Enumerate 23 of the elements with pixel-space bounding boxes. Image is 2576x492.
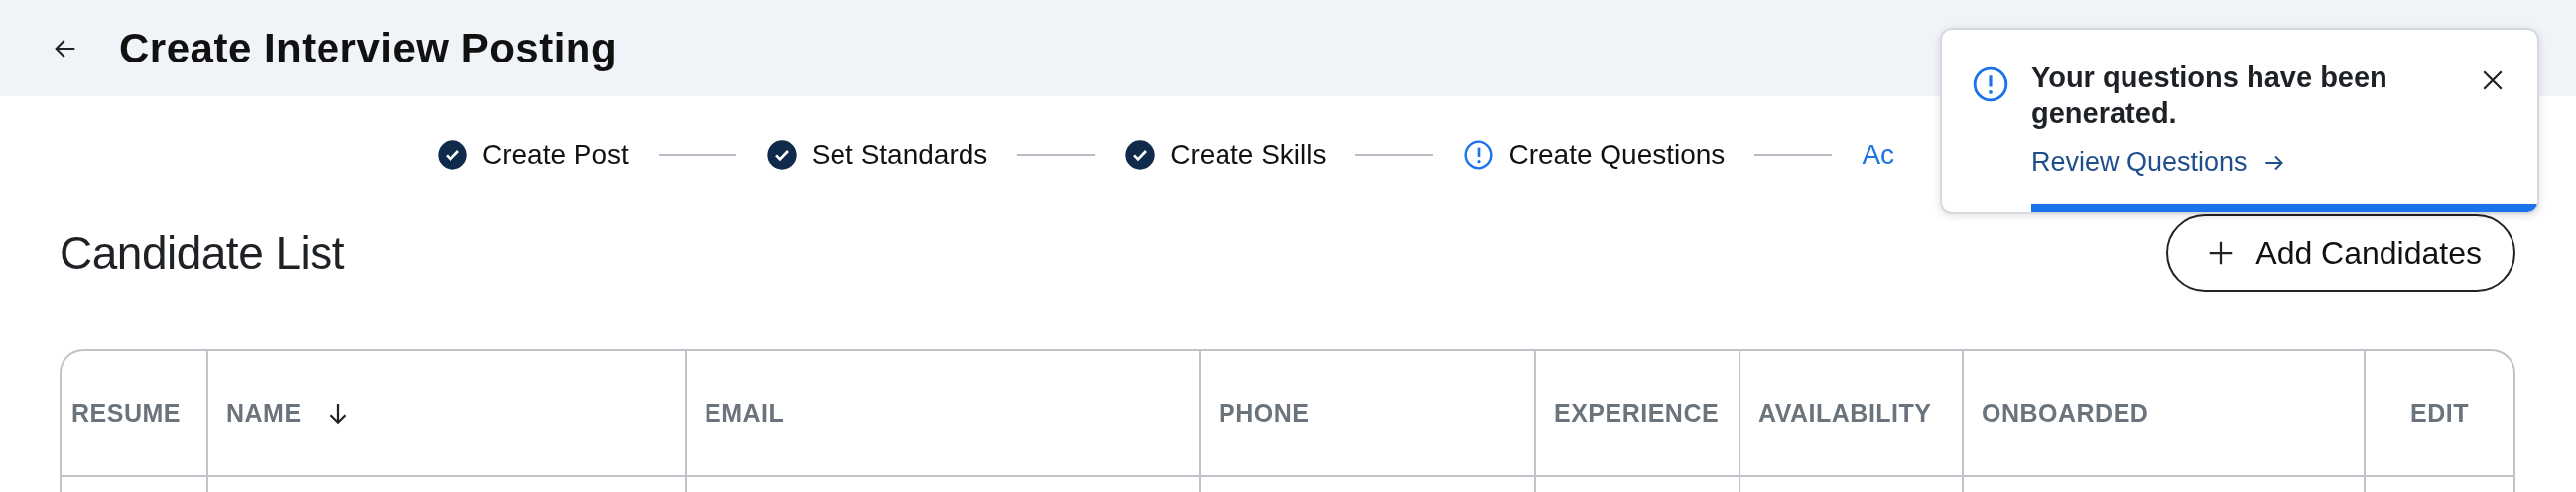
check-circle-icon bbox=[437, 139, 468, 171]
section-title: Candidate List bbox=[60, 226, 345, 280]
step-label[interactable]: Create Post bbox=[482, 139, 629, 171]
toast-message: Your questions have been generated. bbox=[2031, 61, 2388, 131]
check-circle-icon bbox=[765, 139, 798, 171]
column-header[interactable]: EDIT bbox=[2410, 399, 2469, 428]
info-icon bbox=[1463, 139, 1495, 171]
column-header[interactable]: EXPERIENCE bbox=[1554, 399, 1720, 428]
review-questions-link[interactable]: Review Questions bbox=[2031, 147, 2456, 178]
column-header[interactable]: NAME bbox=[226, 399, 302, 428]
add-candidates-button[interactable]: Add Candidates bbox=[2166, 214, 2515, 292]
page-title: Create Interview Posting bbox=[119, 24, 618, 72]
step-label[interactable]: Create Skills bbox=[1170, 139, 1327, 171]
column-header[interactable]: PHONE bbox=[1219, 399, 1310, 428]
info-icon bbox=[1972, 65, 2009, 103]
column-header[interactable]: EMAIL bbox=[705, 399, 785, 428]
column-header[interactable]: ONBOARDED bbox=[1982, 399, 2149, 428]
check-circle-icon bbox=[1124, 139, 1157, 171]
step-label[interactable]: Ac bbox=[1862, 139, 1895, 171]
column-header[interactable]: AVAILABILITY bbox=[1758, 399, 1932, 428]
column-header[interactable]: RESUME bbox=[71, 399, 181, 428]
step-label[interactable]: Create Questions bbox=[1508, 139, 1726, 171]
step-label[interactable]: Set Standards bbox=[811, 139, 988, 171]
